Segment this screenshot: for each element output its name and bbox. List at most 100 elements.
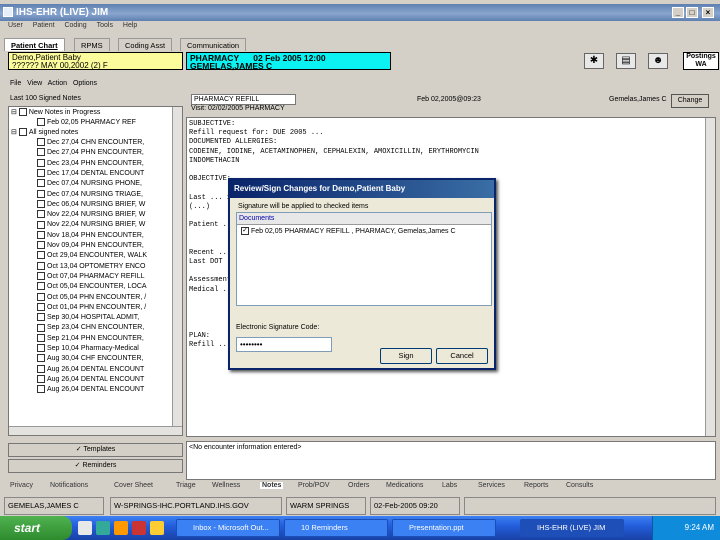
tree-note-item[interactable]: Sep 10,04 Pharmacy-Medical <box>37 344 139 354</box>
notes-menu-action[interactable]: Action <box>48 80 67 87</box>
tree-note-item[interactable]: Sep 23,04 CHN ENCOUNTER, <box>37 323 144 333</box>
sign-button[interactable]: Sign <box>380 348 432 364</box>
tab-coding-asst[interactable]: Coding Asst <box>118 38 173 51</box>
close-icon[interactable]: × <box>702 7 714 18</box>
tree-note-item[interactable]: Dec 07,04 NURSING PHONE, <box>37 179 142 189</box>
document-icon[interactable]: ▤ <box>616 53 636 69</box>
menu-help[interactable]: Help <box>123 22 137 29</box>
tree-note-item[interactable]: Aug 26,04 DENTAL ENCOUNT <box>37 375 144 385</box>
tab-communication[interactable]: Communication <box>180 38 247 51</box>
chart-tab-triage[interactable]: Triage <box>176 482 196 489</box>
notes-menu-options[interactable]: Options <box>73 80 97 87</box>
people-icon[interactable]: ☻ <box>648 53 668 69</box>
chart-tab-reports[interactable]: Reports <box>524 482 549 489</box>
chart-tab-cover-sheet[interactable]: Cover Sheet <box>114 482 153 489</box>
reminders-button[interactable]: ✓ Reminders <box>8 459 183 473</box>
tree-note-item[interactable]: Oct 13,04 OPTOMETRY ENCO <box>37 261 145 272</box>
chart-tab-notes[interactable]: Notes <box>260 482 284 489</box>
chart-tab-notifications[interactable]: Notifications <box>50 482 88 489</box>
tree-note-label: Oct 05,04 ENCOUNTER, LOCA <box>47 283 147 291</box>
main-menu: User Patient Coding Tools Help <box>0 22 720 34</box>
ie-icon[interactable] <box>96 521 110 535</box>
tree-note-item[interactable]: Dec 27,04 PHN ENCOUNTER, <box>37 148 144 158</box>
tree-note-item[interactable]: Oct 07,04 PHARMACY REFILL <box>37 272 145 282</box>
note-icon <box>37 169 45 178</box>
tree-node-in-progress[interactable]: ⊟ New Notes in Progress <box>11 108 100 118</box>
menu-patient[interactable]: Patient <box>33 22 55 29</box>
menu-tools[interactable]: Tools <box>97 22 113 29</box>
documents-list[interactable]: Documents ✓ Feb 02,05 PHARMACY REFILL , P… <box>236 212 492 306</box>
document-checkbox[interactable]: ✓ <box>241 227 249 235</box>
note-icon <box>37 375 45 384</box>
app-icon <box>3 7 13 17</box>
patient-selector[interactable]: Demo,Patient Baby ?????? MAY 00,2002 (2)… <box>8 52 183 70</box>
tree-note-item[interactable]: Sep 30,04 HOSPITAL ADMIT, <box>37 313 139 323</box>
chart-tab-services[interactable]: Services <box>478 482 505 489</box>
tree-note-item[interactable]: Aug 26,04 DENTAL ENCOUNT <box>37 364 144 375</box>
app-quick-icon[interactable] <box>132 521 146 535</box>
alert-icon[interactable]: ✱ <box>584 53 604 69</box>
menu-user[interactable]: User <box>8 22 23 29</box>
tree-item-in-progress[interactable]: Feb 02,05 PHARMACY REF <box>37 118 136 128</box>
chart-tab-labs[interactable]: Labs <box>442 482 457 489</box>
dialog-title: Review/Sign Changes for Demo,Patient Bab… <box>230 180 494 198</box>
folder-quick-icon[interactable] <box>150 521 164 535</box>
tree-item-label: Feb 02,05 PHARMACY REF <box>47 119 136 126</box>
document-item[interactable]: ✓ Feb 02,05 PHARMACY REFILL , PHARMACY, G… <box>241 227 456 235</box>
chart-tab-wellness[interactable]: Wellness <box>212 482 240 489</box>
tree-note-item[interactable]: Dec 06,04 NURSING BRIEF, W <box>37 199 145 210</box>
tree-note-item[interactable]: Dec 27,04 CHN ENCOUNTER, <box>37 138 144 148</box>
outlook-icon[interactable] <box>114 521 128 535</box>
taskbar-ehr[interactable]: IHS-EHR (LIVE) JIM <box>520 519 624 537</box>
tab-patient-chart[interactable]: Patient Chart <box>4 38 65 51</box>
templates-button[interactable]: ✓ Templates <box>8 443 183 457</box>
chart-tab-prob-pov[interactable]: Prob/POV <box>298 482 330 489</box>
tree-note-label: Nov 18,04 PHN ENCOUNTER, <box>47 231 144 239</box>
tree-note-item[interactable]: Dec 23,04 PHN ENCOUNTER, <box>37 158 144 169</box>
postings-button[interactable]: Postings WA <box>683 52 719 70</box>
tree-node-label: All signed notes <box>28 129 79 136</box>
maximize-icon[interactable]: □ <box>686 7 698 18</box>
tree-node-all-signed[interactable]: ⊟ All signed notes <box>11 128 78 138</box>
tree-vertical-scrollbar[interactable] <box>172 107 182 435</box>
notes-menu-view[interactable]: View <box>27 80 42 87</box>
taskbar-outlook[interactable]: Inbox - Microsoft Out... <box>176 519 280 537</box>
taskbar-reminders[interactable]: 10 Reminders <box>284 519 388 537</box>
tree-note-item[interactable]: Oct 05,04 ENCOUNTER, LOCA <box>37 282 147 292</box>
tree-note-item[interactable]: Nov 18,04 PHN ENCOUNTER, <box>37 230 144 241</box>
cancel-button[interactable]: Cancel <box>436 348 488 364</box>
tree-note-item[interactable]: Nov 09,04 PHN ENCOUNTER, <box>37 241 144 251</box>
tree-note-item[interactable]: Nov 22,04 NURSING BRIEF, W <box>37 210 145 220</box>
esig-input[interactable]: •••••••• <box>236 337 332 352</box>
menu-coding[interactable]: Coding <box>64 22 86 29</box>
desktop-icon[interactable] <box>78 521 92 535</box>
change-button[interactable]: Change <box>671 94 709 108</box>
encounter-selector[interactable]: PHARMACY 02 Feb 2005 12:00 GEMELAS,JAMES… <box>186 52 391 70</box>
tree-note-item[interactable]: Aug 26,04 DENTAL ENCOUNT <box>37 385 144 395</box>
minimize-icon[interactable]: _ <box>672 7 684 18</box>
tree-note-label: Aug 26,04 DENTAL ENCOUNT <box>47 375 145 383</box>
taskbar-presentation[interactable]: Presentation.ppt <box>392 519 496 537</box>
chart-tab-consults[interactable]: Consults <box>566 482 593 489</box>
chart-tab-orders[interactable]: Orders <box>348 482 369 489</box>
notes-tree[interactable]: ⊟ New Notes in Progress Feb 02,05 PHARMA… <box>8 106 183 436</box>
notes-menu-file[interactable]: File <box>10 80 21 87</box>
tree-note-item[interactable]: Oct 05,04 PHN ENCOUNTER, / <box>37 292 146 303</box>
tree-note-item[interactable]: Dec 17,04 DENTAL ENCOUNT <box>37 169 144 179</box>
chart-tabs: Privacy Notifications Cover Sheet Triage Wel… <box>0 481 720 493</box>
note-icon <box>37 138 45 147</box>
tree-note-item[interactable]: Oct 29,04 ENCOUNTER, WALK <box>37 251 147 261</box>
tree-note-item[interactable]: Aug 30,04 CHF ENCOUNTER, <box>37 354 143 364</box>
tree-note-item[interactable]: Oct 01,04 PHN ENCOUNTER, / <box>37 302 146 313</box>
tree-note-item[interactable]: Nov 22,04 NURSING BRIEF, W <box>37 220 145 230</box>
note-vertical-scrollbar[interactable] <box>705 118 715 436</box>
chart-tab-medications[interactable]: Medications <box>386 482 423 489</box>
tree-note-label: Sep 21,04 PHN ENCOUNTER, <box>47 334 144 342</box>
tree-note-item[interactable]: Sep 21,04 PHN ENCOUNTER, <box>37 333 144 344</box>
note-icon <box>37 251 45 260</box>
tree-horizontal-scrollbar[interactable] <box>9 426 182 435</box>
tab-rpms[interactable]: RPMS <box>74 38 110 51</box>
chart-tab-privacy[interactable]: Privacy <box>10 482 33 489</box>
start-button[interactable]: start <box>0 516 72 540</box>
tree-note-item[interactable]: Dec 07,04 NURSING TRIAGE, <box>37 189 143 200</box>
